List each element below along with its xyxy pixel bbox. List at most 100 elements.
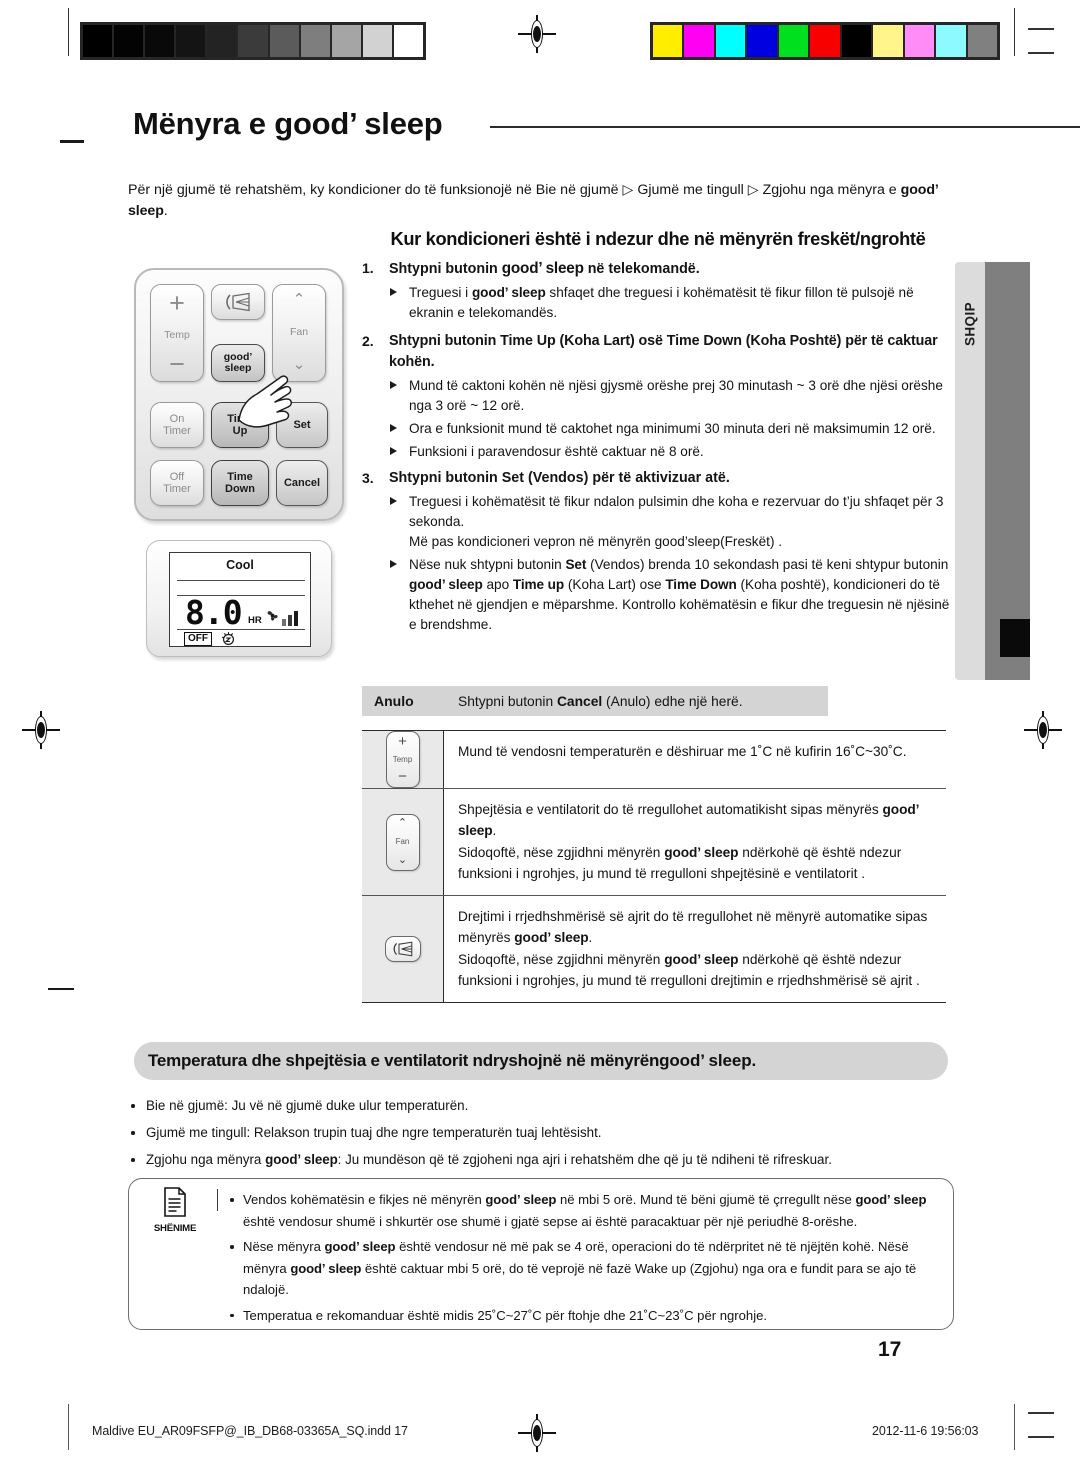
- step-heading: Shtypni butonin Set (Vendos) për të akti…: [389, 468, 960, 489]
- page-edge-mark-left: [48, 988, 74, 991]
- note-label: SHËNIME: [153, 1223, 197, 1234]
- mode-heading-term: good’ sleep: [659, 1051, 752, 1070]
- cancel-instruction-bar: Anulo Shtypni butonin Cancel (Anulo) edh…: [362, 686, 828, 716]
- table-row-text-cell: Drejtimi i rrjedhshmërisë së ajrit do të…: [444, 896, 946, 1002]
- step-heading: Shtypni butonin Time Up (Koha Lart) osë …: [389, 333, 938, 370]
- note-items-list: Vendos kohëmatësin e fikjes në mënyrën g…: [227, 1189, 941, 1330]
- triangle-bullet-icon: [390, 447, 397, 455]
- intro-arrow-2-icon: ▷: [747, 182, 759, 198]
- temp-label: Temp: [392, 754, 413, 764]
- intro-text-mid: Gjumë me tingull: [633, 182, 748, 198]
- sub-text: Funksioni i paravendosur është caktuar n…: [409, 444, 704, 459]
- air-swing-icon: [393, 941, 412, 957]
- bullet-dot-icon: [230, 1245, 234, 1249]
- registration-mark-right: [1024, 711, 1062, 749]
- list-item: Zgjohu nga mënyra good’ sleep: Ju mundës…: [128, 1146, 968, 1173]
- list-item: Bie në gjumë: Ju vë në gjumë duke ulur t…: [128, 1092, 968, 1119]
- title-dash: [60, 140, 84, 143]
- section-subheading: Kur kondicioneri është i ndezur dhe në m…: [390, 228, 926, 249]
- bullet-dot-icon: [230, 1198, 234, 1202]
- step-sub-item: Treguesi i kohëmatësit të fikur ndalon p…: [389, 492, 960, 552]
- crop-mark-bottom-left: [68, 1404, 70, 1450]
- list-item: Temperatua e rekomanduar është midis 25˚…: [227, 1305, 941, 1327]
- time-down-line-1: Time: [227, 470, 253, 483]
- chevron-up-icon: ⌃: [397, 816, 408, 829]
- bullet-dot-icon: [131, 1131, 135, 1135]
- step-heading-prefix: Shtypni butonin: [389, 470, 502, 486]
- set-label: Set: [293, 418, 311, 431]
- bullet-dot-icon: [131, 1104, 135, 1108]
- remote-control-illustration: + Temp − ⌃ Fan ⌄ good’ sleep On Timer Ti…: [134, 268, 344, 521]
- table-row: + Temp − Mund të vendosni temperaturën e…: [362, 731, 946, 789]
- step-heading-term: good’ sleep: [501, 260, 584, 277]
- cancel-text-suffix: (Anulo) edhe një herë.: [602, 693, 743, 709]
- step-number: 1.: [362, 260, 374, 276]
- table-row: ⌃ Fan ⌄ Shpejtësia e ventilatorit do të …: [362, 789, 946, 896]
- table-paragraph: Sidoqoftë, nëse zgjidhni mënyrën good’ s…: [458, 952, 920, 988]
- note-box: SHËNIME Vendos kohëmatësin e fikjes në m…: [128, 1178, 954, 1330]
- step-heading-suffix: (Vendos) për të aktivizuar atë.: [524, 470, 730, 486]
- triangle-bullet-icon: [390, 497, 397, 505]
- step-heading: Shtypni butonin good’ sleep në telekoman…: [389, 258, 960, 280]
- mode-change-heading: Temperatura dhe shpejtësia e ventilatori…: [134, 1042, 948, 1080]
- fan-icon: [267, 611, 278, 621]
- cancel-text-prefix: Shtypni butonin: [458, 693, 557, 709]
- bullet-dot-icon: [230, 1313, 234, 1317]
- chevron-down-icon: ⌄: [292, 356, 306, 373]
- off-timer-line-1: Off: [169, 470, 185, 483]
- step-sub-item: Funksioni i paravendosur është caktuar n…: [389, 442, 960, 462]
- step-item: 3. Shtypni butonin Set (Vendos) për të a…: [362, 468, 960, 635]
- bullet-text: Bie në gjumë: Ju vë në gjumë duke ulur t…: [146, 1098, 469, 1113]
- triangle-bullet-icon: [390, 560, 397, 568]
- note-text: Vendos kohëmatësin e fikjes në mënyrën g…: [243, 1192, 927, 1229]
- cancel-label: Anulo: [374, 693, 414, 709]
- remote-time-up-button: Time Up: [211, 402, 269, 448]
- registration-mark-bottom: [518, 1414, 556, 1452]
- on-timer-line-1: On: [169, 412, 185, 425]
- sleep-moon-icon: [221, 632, 235, 645]
- on-timer-line-2: Timer: [163, 425, 191, 437]
- page-number: 17: [878, 1338, 902, 1361]
- intro-text-suffix: Zgjohu nga mënyra e: [758, 182, 897, 198]
- plus-icon: +: [169, 288, 185, 318]
- crop-mark-bottom-right: [1014, 1404, 1016, 1450]
- table-row-icon-cell: [362, 896, 444, 1002]
- remote-set-button: Set: [276, 402, 328, 448]
- sub-text: Treguesi i good’ sleep shfaqet dhe tregu…: [409, 285, 914, 320]
- time-up-line-2: Up: [232, 425, 248, 437]
- language-side-tab: SHQIP: [955, 262, 985, 680]
- side-tab-dark-band: [985, 262, 1030, 680]
- note-divider: [217, 1189, 219, 1211]
- list-item: Nëse mënyra good’ sleep është vendosur n…: [227, 1236, 941, 1301]
- air-swing-button-icon: [384, 936, 421, 962]
- cancel-button-term: Cancel: [556, 693, 603, 709]
- time-up-line-1: Time: [227, 412, 253, 425]
- side-tab-black-marker: [1000, 619, 1030, 657]
- remote-cancel-button: Cancel: [276, 460, 328, 506]
- title-rule: [490, 126, 1080, 128]
- sub-text: Ora e funksionit mund të caktohet nga mi…: [409, 421, 936, 436]
- good-sleep-line-2: sleep: [224, 362, 252, 374]
- chevron-down-icon: ⌄: [397, 853, 408, 866]
- page-title-row: Mënyra e good’ sleep: [60, 106, 1080, 166]
- triangle-bullet-icon: [390, 424, 397, 432]
- remote-temp-button: + Temp −: [150, 284, 204, 382]
- footer-timestamp: 2012-11-6 19:56:03: [872, 1424, 979, 1438]
- remote-air-swing-button: [211, 284, 265, 320]
- time-down-line-2: Down: [225, 483, 255, 495]
- step-sub-item: Nëse nuk shtypni butonin Set (Vendos) br…: [389, 555, 960, 635]
- remote-display-illustration: Cool 8.0 HR OFF: [146, 540, 332, 657]
- remote-fan-button: ⌃ Fan ⌄: [272, 284, 326, 382]
- step-heading-prefix: Shtypni butonin: [389, 261, 502, 277]
- crop-mark-bottom-right-short-1: [1028, 1412, 1054, 1414]
- sub-text: Mund të caktoni kohën në njësi gjysmë or…: [409, 378, 943, 413]
- table-row-text-cell: Shpejtësia e ventilatorit do të rregullo…: [444, 789, 946, 895]
- table-row: Drejtimi i rrjedhshmërisë së ajrit do të…: [362, 896, 946, 1003]
- minus-icon: −: [169, 349, 185, 379]
- temp-button-icon: + Temp −: [385, 731, 420, 788]
- lcd-divider-3: [177, 629, 305, 631]
- table-paragraph: Mund të vendosni temperaturën e dëshirua…: [458, 744, 907, 759]
- list-item: Gjumë me tingull: Relakson trupin tuaj d…: [128, 1119, 968, 1146]
- lcd-screen: Cool 8.0 HR OFF: [169, 552, 311, 647]
- table-paragraph: Drejtimi i rrjedhshmërisë së ajrit do të…: [458, 909, 928, 945]
